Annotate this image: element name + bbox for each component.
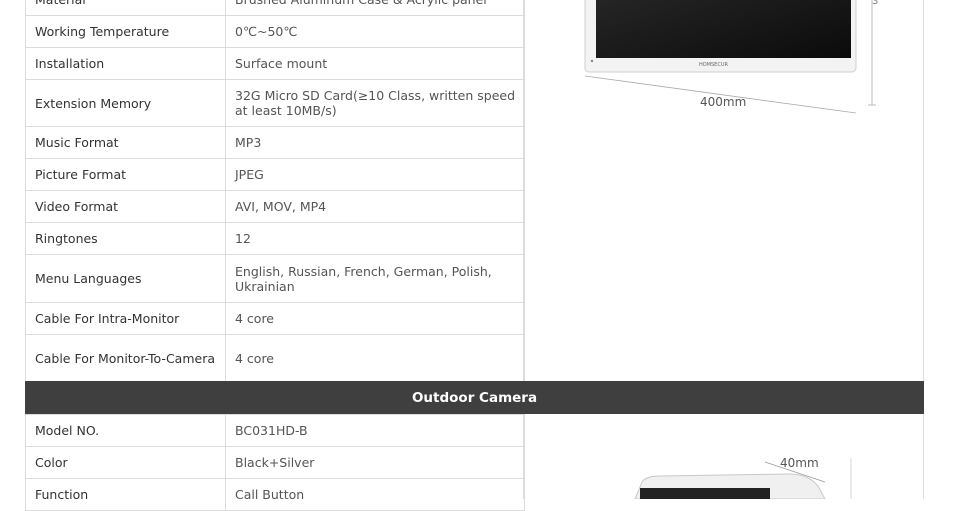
column-divider-2 bbox=[523, 414, 524, 499]
spec-value: JPEG bbox=[225, 158, 525, 191]
spec-label: Cable For Monitor-To-Camera bbox=[25, 334, 226, 382]
spec-value: 4 core bbox=[225, 334, 525, 382]
spec-row: Menu Languages English, Russian, French, … bbox=[25, 254, 525, 303]
spec-row: Ringtones 12 bbox=[25, 222, 525, 255]
spec-label: Model NO. bbox=[25, 414, 226, 447]
spec-value: 4 core bbox=[225, 302, 525, 335]
spec-label: Ringtones bbox=[25, 222, 226, 255]
spec-row: Cable For Intra-Monitor 4 core bbox=[25, 302, 525, 335]
svg-text:3: 3 bbox=[872, 0, 878, 7]
spec-row: Music Format MP3 bbox=[25, 126, 525, 159]
camera-product-image bbox=[634, 458, 852, 499]
spec-value: AVI, MOV, MP4 bbox=[225, 190, 525, 223]
spec-row: Video Format AVI, MOV, MP4 bbox=[25, 190, 525, 223]
spec-label: Picture Format bbox=[25, 158, 226, 191]
spec-value: MP3 bbox=[225, 126, 525, 159]
spec-row: Working Temperature 0℃~50℃ bbox=[25, 15, 525, 48]
spec-value: 32G Micro SD Card(≥10 Class, written spe… bbox=[225, 79, 525, 127]
monitor-spec-table: MaterialBrushed Aluminum Case & Acrylic … bbox=[25, 0, 525, 382]
spec-label: Menu Languages bbox=[25, 254, 226, 303]
section-header: Outdoor Camera bbox=[25, 381, 924, 414]
spec-value: Brushed Aluminum Case & Acrylic panel bbox=[225, 0, 525, 16]
spec-value: Call Button bbox=[225, 478, 525, 511]
camera-depth-label: 40mm bbox=[780, 456, 819, 470]
spec-row: Cable For Monitor-To-Camera 4 core bbox=[25, 334, 525, 382]
spec-label: Color bbox=[25, 446, 226, 479]
spec-label: Cable For Intra-Monitor bbox=[25, 302, 226, 335]
spec-label: Extension Memory bbox=[25, 79, 226, 127]
spec-row: Color Black+Silver bbox=[25, 446, 525, 479]
spec-value: BC031HD-B bbox=[225, 414, 525, 447]
column-divider bbox=[523, 0, 524, 381]
spec-label: Function bbox=[25, 478, 226, 511]
spec-label: Video Format bbox=[25, 190, 226, 223]
spec-value: Black+Silver bbox=[225, 446, 525, 479]
spec-row: MaterialBrushed Aluminum Case & Acrylic … bbox=[25, 0, 525, 16]
spec-value: 0℃~50℃ bbox=[225, 15, 525, 48]
spec-label: Installation bbox=[25, 47, 226, 80]
spec-value: Surface mount bbox=[225, 47, 525, 80]
spec-value: English, Russian, French, German, Polish… bbox=[225, 254, 525, 303]
spec-label: Music Format bbox=[25, 126, 226, 159]
spec-row: Installation Surface mount bbox=[25, 47, 525, 80]
spec-label: Working Temperature bbox=[25, 15, 226, 48]
spec-row: Model NO. BC031HD-B bbox=[25, 414, 525, 447]
monitor-width-label: 400mm bbox=[700, 95, 747, 109]
spec-row: Picture Format JPEG bbox=[25, 158, 525, 191]
camera-spec-table: Model NO. BC031HD-B Color Black+Silver Funct… bbox=[25, 414, 525, 511]
spec-label: Material bbox=[25, 0, 226, 16]
spec-row: Extension Memory 32G Micro SD Card(≥10 Cl… bbox=[25, 79, 525, 127]
spec-value: 12 bbox=[225, 222, 525, 255]
spec-row: Function Call Button bbox=[25, 478, 525, 511]
monitor-brand-label: HOMSECUR bbox=[699, 62, 728, 68]
